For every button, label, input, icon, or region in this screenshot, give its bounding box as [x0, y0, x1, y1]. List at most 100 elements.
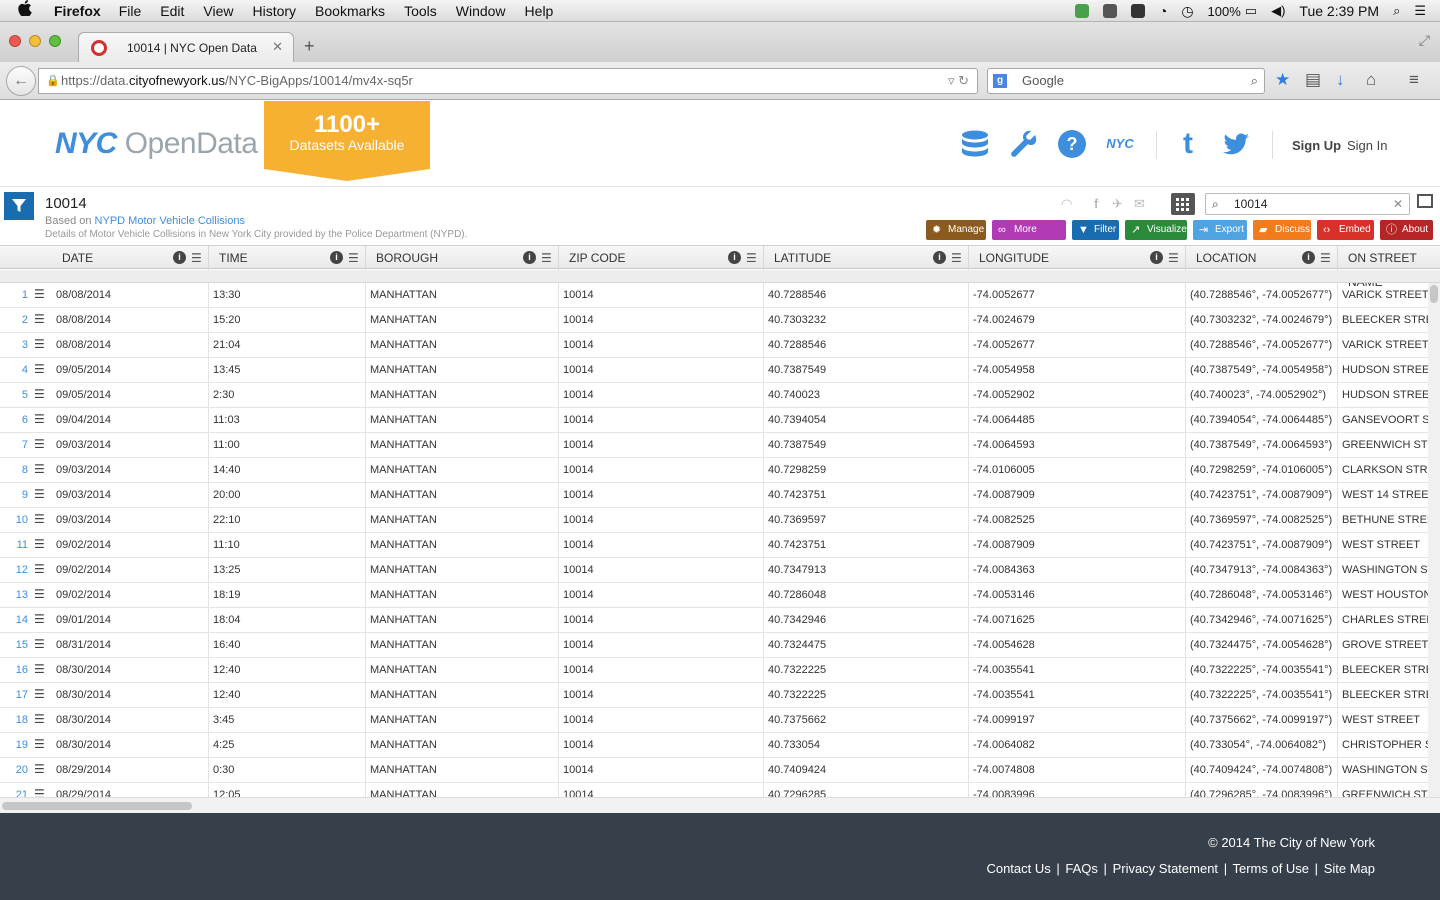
street-cell[interactable]: CHRISTOPHER STREET — [1338, 733, 1428, 758]
zip-code-column-header[interactable]: ZIP CODE i ☰ — [559, 246, 764, 270]
loc-cell[interactable]: (40.7322225°, -74.0035541°) — [1186, 658, 1338, 683]
dataset-search-input[interactable]: ⌕ 10014 ✕ — [1205, 193, 1410, 215]
row-number[interactable]: 19 — [0, 733, 28, 757]
table-row[interactable]: 19 ☰ 08/30/2014 4:25 MANHATTAN 10014 40.733054… — [0, 733, 1428, 758]
time-cell[interactable]: 22:10 — [209, 508, 366, 533]
search-icon[interactable]: ⌕ — [1251, 69, 1258, 93]
privacy-statement-link[interactable]: Privacy Statement — [1113, 861, 1219, 876]
date-cell[interactable]: 09/03/2014 — [52, 483, 209, 508]
table-row[interactable]: 10 ☰ 09/03/2014 22:10 MANHATTAN 10014 40.73695… — [0, 508, 1428, 533]
lat-cell[interactable]: 40.7394054 — [764, 408, 969, 433]
row-number[interactable]: 21 — [0, 783, 28, 797]
time-cell[interactable]: 11:10 — [209, 533, 366, 558]
row-menu-icon[interactable]: ☰ — [34, 283, 45, 305]
row-menu-icon[interactable]: ☰ — [34, 433, 45, 455]
zip-cell[interactable]: 10014 — [559, 333, 764, 358]
zip-cell[interactable]: 10014 — [559, 633, 764, 658]
table-row[interactable]: 17 ☰ 08/30/2014 12:40 MANHATTAN 10014 40.73222… — [0, 683, 1428, 708]
time-cell[interactable]: 20:00 — [209, 483, 366, 508]
street-cell[interactable]: GREENWICH STREET — [1338, 433, 1428, 458]
borough-cell[interactable]: MANHATTAN — [366, 758, 559, 783]
lon-cell[interactable]: -74.0052677 — [969, 333, 1186, 358]
street-cell[interactable]: BLEECKER STREET — [1338, 658, 1428, 683]
app-menu-firefox[interactable]: Firefox — [54, 3, 101, 19]
row-menu-icon[interactable]: ☰ — [34, 458, 45, 480]
row-number[interactable]: 2 — [0, 308, 28, 332]
time-cell[interactable]: 4:25 — [209, 733, 366, 758]
time-cell[interactable]: 12:05 — [209, 783, 366, 797]
row-menu-icon[interactable]: ☰ — [34, 558, 45, 580]
menu-history[interactable]: History — [252, 3, 296, 19]
column-menu-icon[interactable]: ☰ — [348, 246, 359, 270]
maximize-icon[interactable] — [1417, 194, 1433, 208]
lat-cell[interactable]: 40.7322225 — [764, 683, 969, 708]
date-cell[interactable]: 09/02/2014 — [52, 558, 209, 583]
time-cell[interactable]: 3:45 — [209, 708, 366, 733]
row-menu-icon[interactable]: ☰ — [34, 608, 45, 630]
date-cell[interactable]: 09/04/2014 — [52, 408, 209, 433]
borough-cell[interactable]: MANHATTAN — [366, 658, 559, 683]
date-cell[interactable]: 09/05/2014 — [52, 383, 209, 408]
time-cell[interactable]: 13:25 — [209, 558, 366, 583]
vertical-scrollbar[interactable] — [1428, 283, 1440, 797]
row-menu-icon[interactable]: ☰ — [34, 308, 45, 330]
table-row[interactable]: 2 ☰ 08/08/2014 15:20 MANHATTAN 10014 40.730323… — [0, 308, 1428, 333]
faqs-link[interactable]: FAQs — [1065, 861, 1098, 876]
manage-button[interactable]: ✹ Manage — [926, 220, 986, 240]
date-cell[interactable]: 08/29/2014 — [52, 783, 209, 797]
borough-cell[interactable]: MANHATTAN — [366, 583, 559, 608]
row-menu-icon[interactable]: ☰ — [34, 358, 45, 380]
row-number[interactable]: 11 — [0, 533, 28, 557]
loc-cell[interactable]: (40.7387549°, -74.0054958°) — [1186, 358, 1338, 383]
lon-cell[interactable]: -74.0074808 — [969, 758, 1186, 783]
menu-view[interactable]: View — [203, 3, 233, 19]
bookmark-star-icon[interactable]: ★ — [1275, 70, 1290, 90]
lon-cell[interactable]: -74.0064593 — [969, 433, 1186, 458]
time-cell[interactable]: 18:04 — [209, 608, 366, 633]
row-number[interactable]: 8 — [0, 458, 28, 482]
contact-us-link[interactable]: Contact Us — [986, 861, 1050, 876]
window-close-button[interactable] — [9, 35, 21, 47]
bookmarks-menu-icon[interactable]: ▤ — [1305, 70, 1321, 90]
row-number[interactable]: 7 — [0, 433, 28, 457]
row-menu-icon[interactable]: ☰ — [34, 583, 45, 605]
lat-cell[interactable]: 40.7298259 — [764, 458, 969, 483]
loc-cell[interactable]: (40.7387549°, -74.0064593°) — [1186, 433, 1338, 458]
lat-cell[interactable]: 40.7387549 — [764, 358, 969, 383]
borough-cell[interactable]: MANHATTAN — [366, 558, 559, 583]
lon-cell[interactable]: -74.0035541 — [969, 683, 1186, 708]
sign-in-link[interactable]: Sign In — [1347, 138, 1387, 153]
volume-icon[interactable]: ◀) — [1271, 3, 1285, 19]
borough-cell[interactable]: MANHATTAN — [366, 633, 559, 658]
apple-menu-icon[interactable] — [18, 0, 40, 21]
row-menu-icon[interactable]: ☰ — [34, 483, 45, 505]
date-cell[interactable]: 08/30/2014 — [52, 733, 209, 758]
menu-file[interactable]: File — [119, 3, 142, 19]
lon-cell[interactable]: -74.0084363 — [969, 558, 1186, 583]
lat-cell[interactable]: 40.7342946 — [764, 608, 969, 633]
lat-cell[interactable]: 40.7296285 — [764, 783, 969, 797]
row-menu-icon[interactable]: ☰ — [34, 683, 45, 705]
lat-cell[interactable]: 40.7324475 — [764, 633, 969, 658]
lon-cell[interactable]: -74.0083996 — [969, 783, 1186, 797]
row-menu-icon[interactable]: ☰ — [34, 508, 45, 530]
date-cell[interactable]: 09/02/2014 — [52, 533, 209, 558]
menu-window[interactable]: Window — [456, 3, 506, 19]
lon-cell[interactable]: -74.0082525 — [969, 508, 1186, 533]
time-cell[interactable]: 12:40 — [209, 683, 366, 708]
loc-cell[interactable]: (40.733054°, -74.0064082°) — [1186, 733, 1338, 758]
borough-cell[interactable]: MANHATTAN — [366, 408, 559, 433]
lat-cell[interactable]: 40.733054 — [764, 733, 969, 758]
street-cell[interactable]: GREENWICH STREET — [1338, 783, 1428, 797]
zip-cell[interactable]: 10014 — [559, 558, 764, 583]
borough-cell[interactable]: MANHATTAN — [366, 483, 559, 508]
street-cell[interactable]: BLEECKER STREET — [1338, 308, 1428, 333]
twitter-share-icon[interactable]: ✈ — [1112, 196, 1123, 212]
time-cell[interactable]: 14:40 — [209, 458, 366, 483]
nyc-opendata-logo[interactable]: NYC OpenData — [55, 127, 258, 161]
loc-cell[interactable]: (40.7288546°, -74.0052677°) — [1186, 333, 1338, 358]
table-row[interactable]: 8 ☰ 09/03/2014 14:40 MANHATTAN 10014 40.729825… — [0, 458, 1428, 483]
nyc-gov-icon[interactable]: NYC — [1105, 129, 1135, 159]
fullscreen-icon[interactable]: ⤢ — [1419, 32, 1430, 49]
lat-cell[interactable]: 40.7369597 — [764, 508, 969, 533]
